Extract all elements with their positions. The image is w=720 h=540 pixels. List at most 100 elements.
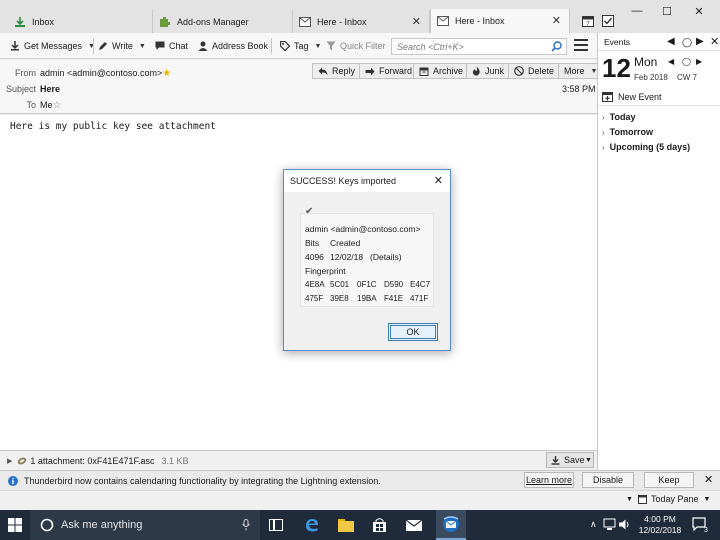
chevron-right-icon: › (602, 127, 605, 137)
chevron-up-icon[interactable]: ∧ (590, 519, 597, 530)
junk-button[interactable]: Junk (466, 63, 511, 79)
tab-here-inbox[interactable]: Here - Inbox ✕ (293, 10, 430, 33)
hamburger-menu-icon[interactable] (574, 39, 588, 51)
tab-label: Inbox (32, 16, 55, 27)
address-book-button[interactable]: Address Book (198, 37, 268, 55)
archive-button[interactable]: Archive (413, 63, 470, 79)
tab-inbox[interactable]: Inbox (8, 10, 153, 33)
mail-app-icon[interactable] (404, 516, 424, 534)
microphone-icon[interactable] (242, 519, 250, 531)
event-group-today[interactable]: › Today (602, 112, 636, 122)
event-month-year: Feb 2018 (634, 73, 668, 82)
checkmark-icon: ✔ (305, 206, 314, 217)
window-close-button[interactable]: ✕ (684, 0, 714, 22)
created-label: Created (330, 238, 361, 248)
today-pane-toggle[interactable]: ▼ Today Pane ▼ (626, 494, 710, 504)
fingerprint-label: Fingerprint (305, 266, 346, 276)
filter-icon (326, 41, 336, 51)
chevron-down-icon[interactable]: ▼ (585, 457, 592, 464)
store-icon[interactable] (369, 516, 389, 534)
fingerprint-block: 5C01 (330, 280, 350, 289)
bits-value: 4096 (305, 252, 324, 262)
file-explorer-icon[interactable] (336, 516, 356, 534)
chat-button[interactable]: Chat (155, 37, 188, 55)
pencil-icon (98, 41, 108, 51)
toolbar-divider (93, 38, 94, 54)
reply-button[interactable]: Reply (312, 63, 362, 79)
fingerprint-block: 0F1C (357, 280, 377, 289)
notification-text: Thunderbird now contains calendaring fun… (24, 475, 381, 486)
close-icon[interactable]: ✕ (552, 14, 561, 27)
today-circle-icon[interactable]: ◯ (682, 57, 691, 66)
calendar-tab-icon[interactable]: 7 (580, 14, 596, 28)
fingerprint-block: 19BA (357, 294, 377, 303)
event-group-tomorrow[interactable]: › Tomorrow (602, 127, 653, 137)
keep-button[interactable]: Keep (644, 472, 694, 488)
network-icon[interactable] (603, 518, 616, 531)
tab-strip: Inbox Add-ons Manager Here - Inbox ✕ Her… (0, 0, 720, 33)
write-button[interactable]: Write ▼ (98, 37, 146, 55)
expand-triangle-icon[interactable]: ▶ (7, 457, 12, 465)
system-clock[interactable]: 4:00 PM 12/02/2018 (634, 514, 686, 536)
ok-button[interactable]: OK (388, 323, 438, 341)
status-bar (0, 490, 720, 510)
fingerprint-block: F41E (384, 294, 404, 303)
reply-icon (318, 67, 328, 76)
today-circle-icon[interactable]: ◯ (682, 37, 692, 48)
star-outline-icon[interactable]: ☆ (53, 100, 62, 111)
close-icon[interactable]: ✕ (710, 35, 719, 48)
forward-button[interactable]: Forward (359, 63, 419, 79)
fingerprint-block: D590 (384, 280, 404, 289)
to-value[interactable]: Me☆ (40, 100, 61, 111)
chevron-left-icon[interactable]: ◀ (668, 57, 674, 66)
dialog-title-bar: SUCCESS! Keys imported ✕ (284, 170, 450, 192)
paperclip-icon (17, 456, 27, 466)
chevron-right-icon[interactable]: ▶ (696, 36, 704, 47)
cortana-search-box[interactable]: Ask me anything (30, 510, 260, 540)
clock-date: 12/02/2018 (638, 525, 682, 535)
windows-start-icon[interactable] (8, 518, 22, 532)
tab-addons-manager[interactable]: Add-ons Manager (153, 10, 293, 33)
thunderbird-taskbar-icon[interactable] (436, 510, 466, 540)
inbox-icon (14, 16, 26, 28)
event-group-upcoming[interactable]: › Upcoming (5 days) (602, 142, 690, 152)
from-value[interactable]: admin <admin@contoso.com>★ (40, 68, 171, 79)
notification-close-icon[interactable]: ✕ (704, 473, 713, 486)
tab-label: Here - Inbox (317, 16, 367, 27)
task-view-icon[interactable] (266, 516, 286, 534)
chevron-left-icon[interactable]: ◀ (667, 36, 675, 47)
tasks-tab-icon[interactable] (600, 14, 616, 28)
attachment-label[interactable]: 1 attachment: 0xF41E471F.asc (30, 456, 154, 466)
disable-button[interactable]: Disable (582, 472, 634, 488)
person-icon (198, 41, 208, 51)
maximize-button[interactable]: ☐ (652, 0, 682, 22)
event-calendar-week: CW 7 (677, 73, 697, 82)
details-link[interactable]: (Details) (370, 252, 402, 262)
chevron-down-icon[interactable]: ▼ (139, 43, 146, 50)
chevron-down-icon[interactable]: ▼ (315, 43, 322, 50)
quick-filter-button[interactable]: Quick Filter (326, 37, 386, 55)
tag-button[interactable]: Tag ▼ (280, 37, 321, 55)
save-attachment-button[interactable]: Save ▼ (546, 452, 594, 468)
minimize-button[interactable]: — (622, 0, 652, 22)
speaker-icon[interactable] (618, 518, 631, 531)
get-messages-button[interactable]: Get Messages ▼ (10, 37, 95, 55)
learn-more-button[interactable]: Learn more (524, 472, 574, 488)
tab-label: Here - Inbox (455, 16, 505, 26)
fingerprint-block: E4C7 (410, 280, 431, 289)
edge-browser-icon[interactable] (302, 516, 322, 534)
dialog-title: SUCCESS! Keys imported (290, 176, 397, 186)
search-icon[interactable] (551, 41, 562, 54)
notification-count-badge: 3 (704, 527, 708, 534)
star-icon[interactable]: ★ (162, 68, 171, 79)
chevron-down-icon: ▼ (703, 495, 711, 503)
new-event-button[interactable]: New Event (598, 88, 720, 106)
tab-here-inbox-active[interactable]: Here - Inbox ✕ (430, 9, 570, 33)
close-icon[interactable]: ✕ (434, 174, 443, 187)
delete-button[interactable]: Delete (508, 63, 561, 79)
search-input[interactable]: Search <Ctrl+K> (391, 38, 567, 55)
download-icon (10, 41, 20, 51)
chevron-right-icon[interactable]: ▶ (696, 57, 702, 66)
attachment-size: 3.1 KB (161, 455, 189, 466)
close-icon[interactable]: ✕ (412, 15, 421, 28)
